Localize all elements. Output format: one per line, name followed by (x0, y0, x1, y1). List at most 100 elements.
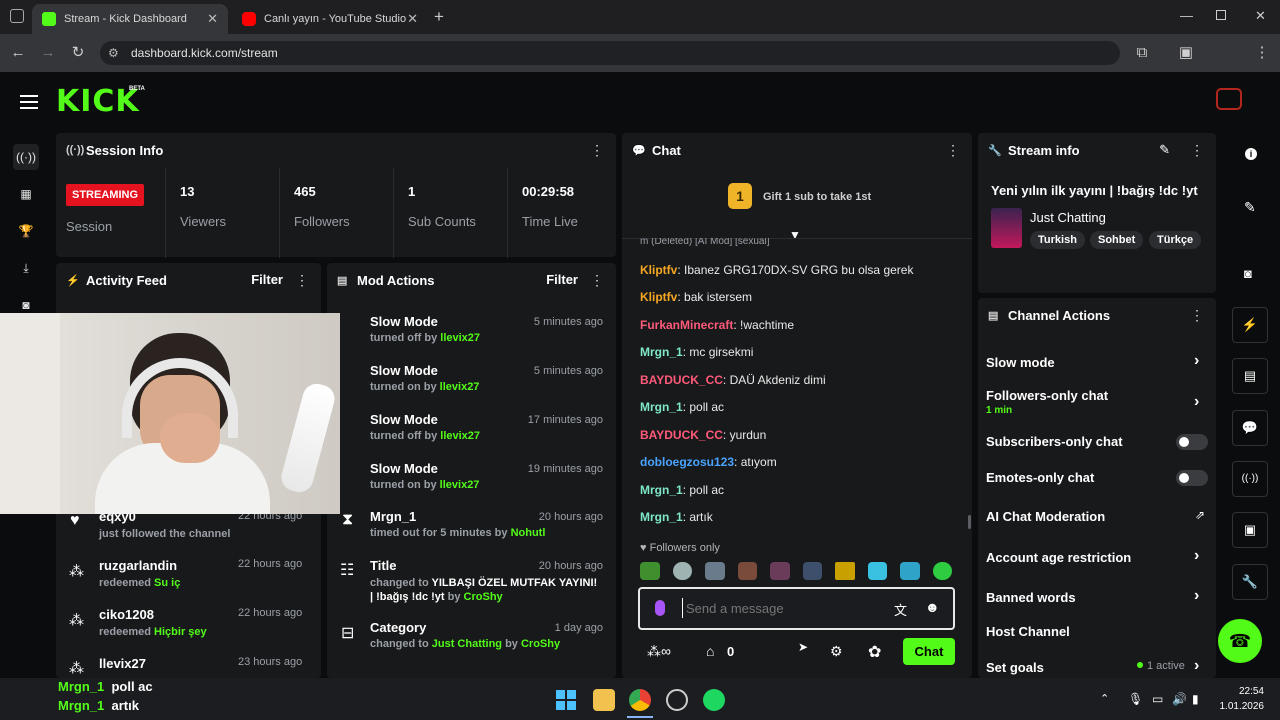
close-tab-icon[interactable]: ✕ (407, 11, 418, 27)
subscribers-only-toggle[interactable] (1176, 434, 1208, 450)
session-menu-icon[interactable]: ⋮ (590, 143, 604, 157)
chat-menu-icon[interactable]: ⋮ (946, 143, 960, 157)
rail-stream-icon[interactable]: ((·)) (13, 144, 39, 170)
chrome-icon[interactable] (629, 689, 651, 711)
windows-start-icon[interactable] (556, 690, 576, 710)
reload-icon[interactable]: ↻ (68, 43, 88, 63)
emote-icon[interactable] (835, 562, 855, 580)
emotes-only-toggle[interactable] (1176, 470, 1208, 486)
maximize-icon[interactable] (1216, 10, 1226, 20)
chevron-right-icon[interactable]: › (1194, 352, 1199, 370)
chat-scrollbar[interactable] (968, 515, 971, 529)
send-chat-button[interactable]: Chat (903, 638, 955, 665)
edit-icon[interactable]: ✎ (1244, 199, 1256, 216)
new-tab-icon[interactable]: + (434, 7, 444, 27)
activity-menu-icon[interactable]: ⋮ (295, 273, 309, 287)
wrench-icon[interactable]: 🔧 (1232, 564, 1268, 600)
mod-filter-button[interactable]: Filter (546, 272, 578, 287)
chevron-right-icon[interactable]: › (1194, 587, 1199, 605)
chat-username[interactable]: BAYDUCK_CC (640, 373, 723, 387)
chat-username[interactable]: Kliptfv (640, 263, 677, 277)
url-text[interactable]: dashboard.kick.com/stream (131, 46, 278, 60)
video-icon[interactable]: ▣ (1232, 512, 1268, 548)
activity-user[interactable]: llevix27 (99, 656, 146, 671)
chevron-right-icon[interactable]: › (1194, 657, 1199, 675)
activity-user[interactable]: ruzgarlandin (99, 558, 177, 573)
emote-icon[interactable] (705, 562, 725, 580)
stream-tag[interactable]: Sohbet (1090, 231, 1144, 249)
chat-username[interactable]: dobloegzosu123 (640, 455, 734, 469)
window-close-icon[interactable]: ✕ (1255, 8, 1266, 24)
extensions-icon[interactable]: ⧉ (1132, 43, 1152, 63)
hamburger-menu-icon[interactable] (20, 93, 38, 113)
mod-action-by[interactable]: CroShy (521, 638, 560, 650)
tab-youtube-studio[interactable]: Canlı yayın - YouTube Studio ✕ (232, 4, 428, 34)
translate-icon[interactable]: 文 (894, 600, 907, 619)
tray-volume-icon[interactable]: 🔊 (1172, 692, 1187, 706)
quick-action-lightning-icon[interactable]: ⚡ (1232, 307, 1268, 343)
tray-network-icon[interactable]: ▭ (1152, 692, 1163, 706)
channel-actions-menu-icon[interactable]: ⋮ (1190, 308, 1204, 322)
file-explorer-icon[interactable] (593, 689, 615, 711)
chat-message-input[interactable] (682, 598, 882, 618)
microphone-icon[interactable] (655, 600, 665, 616)
tray-expand-icon[interactable]: ⌃ (1100, 692, 1109, 705)
chat-username[interactable]: Mrgn_1 (640, 345, 683, 359)
stream-tag[interactable]: Turkish (1030, 231, 1085, 249)
ai-moderation-action[interactable]: AI Chat Moderation (986, 509, 1105, 524)
chat-settings-gear-icon[interactable]: ⚙ (830, 643, 843, 660)
category-thumbnail[interactable] (991, 208, 1022, 248)
mod-action-by[interactable]: llevix27 (440, 381, 480, 393)
activity-filter-button[interactable]: Filter (251, 272, 283, 287)
support-chat-icon[interactable]: ☎ (1218, 619, 1262, 663)
emote-icon[interactable] (737, 562, 757, 580)
chevron-right-icon[interactable]: › (1194, 393, 1199, 411)
mod-action-by[interactable]: llevix27 (440, 332, 480, 344)
mod-action-by[interactable]: CroShy (464, 591, 503, 603)
bot-icon[interactable]: ✿ (868, 642, 881, 662)
emote-icon[interactable] (900, 562, 920, 580)
emote-icon[interactable] (770, 562, 790, 580)
pinned-collapse-icon[interactable]: ▼ (789, 228, 801, 242)
mod-action-value[interactable]: Just Chatting (432, 638, 502, 650)
cast-icon[interactable]: ▣ (1176, 43, 1196, 63)
mod-menu-icon[interactable]: ⋮ (590, 273, 604, 287)
minimize-icon[interactable]: — (1180, 8, 1193, 23)
chat-username[interactable]: Kliptfv (640, 290, 677, 304)
edit-pencil-icon[interactable]: ✎ (1159, 142, 1170, 158)
gift-sub-text[interactable]: Gift 1 sub to take 1st (763, 191, 871, 203)
chat-username[interactable]: FurkanMinecraft (640, 318, 733, 332)
account-age-action[interactable]: Account age restriction (986, 550, 1131, 565)
emoji-icon[interactable]: ☻ (925, 599, 940, 615)
emote-icon[interactable] (672, 562, 692, 580)
stream-info-menu-icon[interactable]: ⋮ (1190, 143, 1204, 157)
site-info-icon[interactable]: ⚙ (108, 46, 119, 60)
spotify-icon[interactable] (703, 689, 725, 711)
chevron-right-icon[interactable]: › (1194, 547, 1199, 565)
tray-microphone-icon[interactable]: 🎙 (1128, 692, 1143, 706)
chat-username[interactable]: BAYDUCK_CC (640, 428, 723, 442)
gift-badge-icon[interactable]: 1 (728, 183, 752, 209)
info-icon[interactable]: i (1245, 148, 1257, 160)
obs-icon[interactable] (666, 689, 688, 711)
mod-action-by[interactable]: Nohutl (511, 527, 546, 539)
chat-popout-icon[interactable]: 💬 (1232, 410, 1268, 446)
rail-download-icon[interactable]: ⤓ (13, 255, 39, 281)
user-avatar[interactable] (1216, 88, 1242, 110)
rail-trophy-icon[interactable]: 🏆 (13, 218, 39, 244)
followers-only-action[interactable]: Followers-only chat (986, 388, 1108, 403)
notes-icon[interactable]: ▤ (1232, 358, 1268, 394)
rewards-gift-icon[interactable]: ⌂ (706, 643, 714, 659)
close-tab-icon[interactable]: ✕ (207, 11, 218, 27)
stream-category[interactable]: Just Chatting (1030, 210, 1106, 225)
forward-icon[interactable]: → (38, 43, 58, 63)
emote-icon[interactable] (802, 562, 822, 580)
kick-logo[interactable]: KICK (56, 84, 140, 119)
screen-capture-icon[interactable]: ◙ (1244, 266, 1252, 281)
tab-search-icon[interactable] (10, 9, 24, 23)
back-icon[interactable]: ← (8, 43, 28, 63)
set-goals-action[interactable]: Set goals (986, 660, 1044, 675)
emote-icon[interactable] (932, 562, 952, 580)
points-icon[interactable]: ⁂∞ (647, 643, 671, 660)
emote-icon[interactable] (867, 562, 887, 580)
